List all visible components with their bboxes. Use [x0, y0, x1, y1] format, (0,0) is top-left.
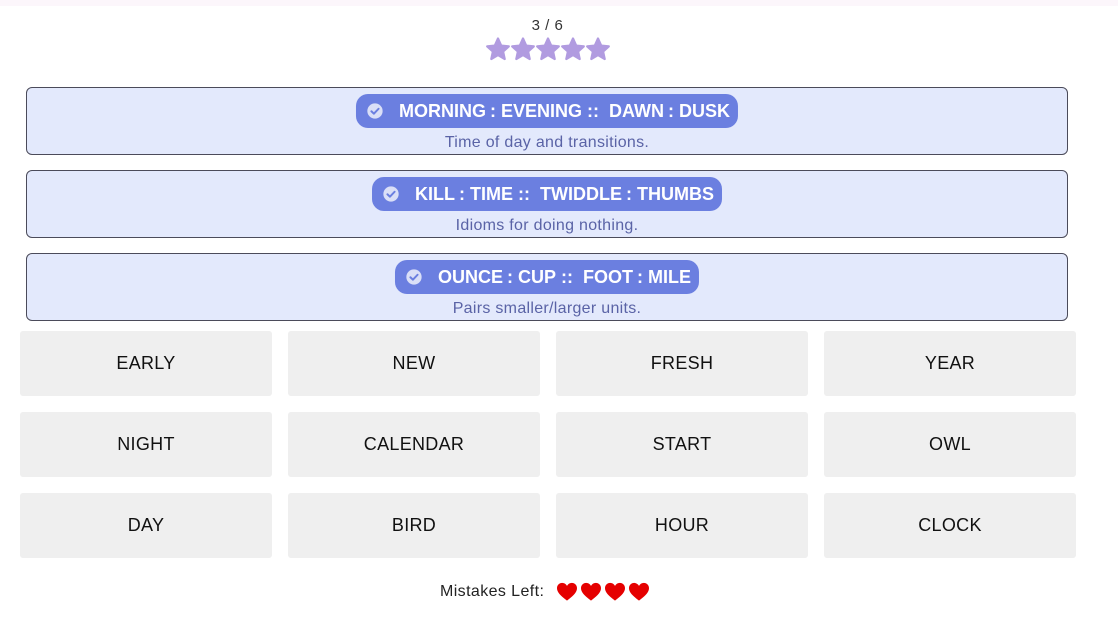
group-word: KILL [415, 183, 456, 204]
verified-check-icon [406, 269, 422, 285]
analogy-separator: :: [587, 100, 600, 121]
star-icon [485, 37, 510, 63]
top-strip [0, 0, 1118, 6]
analogy-separator: :: [561, 266, 574, 287]
ratio-separator: : [507, 266, 513, 287]
group-answer-pill: OUNCE : CUP :: FOOT : MILE [394, 260, 700, 294]
word-tile[interactable]: CALENDAR [288, 412, 540, 477]
word-tile[interactable]: CLOCK [824, 493, 1076, 558]
word-tile[interactable]: START [556, 412, 808, 477]
ratio-separator: : [625, 183, 632, 204]
group-answer-pill: MORNING : EVENING :: DAWN : DUSK [355, 94, 739, 128]
group-word: EVENING [500, 100, 583, 121]
ratio-separator: : [489, 100, 496, 121]
star-rating [0, 37, 1095, 63]
group-word: THUMBS [636, 183, 714, 204]
ratio-separator: : [459, 183, 466, 204]
star-icon [535, 37, 560, 63]
mistakes-label: Mistakes Left: [440, 583, 545, 600]
analogy-separator: :: [518, 183, 531, 204]
word-tile[interactable]: DAY [20, 493, 272, 558]
heart-icon [556, 582, 578, 602]
verified-check-icon [383, 186, 399, 202]
group-description: Time of day and transitions. [444, 134, 650, 151]
group-word: DAWN [609, 100, 665, 121]
heart-icon [580, 582, 602, 602]
word-tile[interactable]: BIRD [288, 493, 540, 558]
solved-group: MORNING : EVENING :: DAWN : DUSK Time of… [26, 87, 1068, 155]
group-word: DUSK [679, 100, 731, 121]
heart-icon [604, 582, 626, 602]
group-word: MILE [648, 266, 692, 287]
group-word: CUP [518, 266, 557, 287]
word-tile[interactable]: FRESH [556, 331, 808, 396]
ratio-separator: : [637, 266, 644, 287]
group-answer-pill: KILL : TIME :: TWIDDLE : THUMBS [372, 177, 722, 211]
group-word: TIME [470, 183, 514, 204]
progress-counter: 3 / 6 [531, 17, 564, 34]
word-tile[interactable]: YEAR [824, 331, 1076, 396]
group-word: TWIDDLE [540, 183, 622, 204]
verified-check-icon [367, 103, 383, 119]
group-word: FOOT [583, 266, 634, 287]
group-word: OUNCE [437, 266, 503, 287]
solved-group: KILL : TIME :: TWIDDLE : THUMBS Idioms f… [26, 170, 1068, 238]
star-icon [585, 37, 610, 63]
heart-icon [628, 582, 650, 602]
word-tile[interactable]: EARLY [20, 331, 272, 396]
group-description: Pairs smaller/larger units. [452, 300, 642, 317]
solved-group: OUNCE : CUP :: FOOT : MILE Pairs smaller… [26, 253, 1068, 321]
star-icon [510, 37, 535, 63]
word-tile[interactable]: OWL [824, 412, 1076, 477]
word-tile[interactable]: NEW [288, 331, 540, 396]
group-description: Idioms for doing nothing. [455, 217, 639, 234]
ratio-separator: : [668, 100, 675, 121]
word-tile[interactable]: NIGHT [20, 412, 272, 477]
group-word: MORNING [398, 100, 486, 121]
star-icon [560, 37, 585, 63]
word-tile[interactable]: HOUR [556, 493, 808, 558]
mistakes-indicator: Mistakes Left: [440, 580, 652, 604]
